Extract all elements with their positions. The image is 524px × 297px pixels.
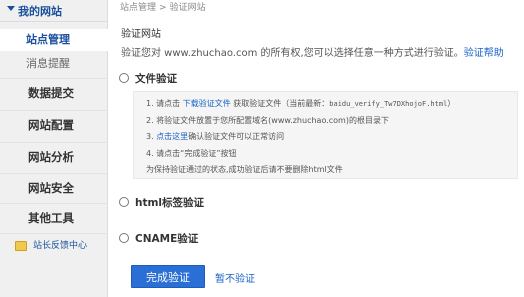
file-verify-instructions: 1. 请点击 下载验证文件 获取验证文件（当前最新：baidu_verify_T… bbox=[133, 91, 518, 179]
description-text: 验证您对 www.zhuchao.com 的所有权,您可以选择任意一种方式进行验… bbox=[121, 48, 464, 59]
step-3-prefix: 3. bbox=[146, 132, 154, 141]
file-verify-label[interactable]: 文件验证 bbox=[135, 71, 177, 86]
step-1-mid: 获取验证文件（当前最新： bbox=[233, 99, 330, 108]
step-3: 3. 点击这里确认验证文件可以正常访问 bbox=[146, 131, 284, 142]
html-tag-verify-label[interactable]: html标签验证 bbox=[135, 195, 204, 210]
verify-help-link[interactable]: 验证帮助 bbox=[464, 48, 504, 59]
breadcrumb-verify-site: 验证网站 bbox=[169, 3, 206, 13]
breadcrumb: 站点管理 > 验证网站 bbox=[120, 0, 206, 13]
sidebar-feedback-center[interactable]: 站长反馈中心 bbox=[0, 233, 108, 257]
sidebar-item-site-analysis[interactable]: 网站分析 bbox=[0, 142, 108, 170]
sidebar-feedback-label: 站长反馈中心 bbox=[33, 241, 88, 251]
sidebar-item-message-alerts[interactable]: 消息提醒 bbox=[0, 53, 108, 75]
step-4: 4. 请点击“完成验证”按钮 bbox=[146, 149, 237, 158]
file-verify-radio[interactable] bbox=[119, 73, 129, 83]
step-note: 为保持验证通过的状态,成功验证后请不要删除html文件 bbox=[146, 165, 343, 174]
sidebar-item-site-config[interactable]: 网站配置 bbox=[0, 110, 108, 138]
skip-verification-link[interactable]: 暂不验证 bbox=[215, 270, 255, 285]
page-title: 验证网站 bbox=[121, 29, 161, 40]
complete-verification-button[interactable]: 完成验证 bbox=[131, 265, 205, 288]
click-here-link[interactable]: 点击这里 bbox=[156, 132, 188, 141]
cname-verify-radio[interactable] bbox=[119, 233, 129, 243]
sidebar-item-data-submission[interactable]: 数据提交 bbox=[0, 78, 108, 106]
step-1: 1. 请点击 下载验证文件 获取验证文件（当前最新：baidu_verify_T… bbox=[146, 98, 455, 109]
sidebar-header-label: 我的网站 bbox=[18, 5, 62, 18]
download-verify-file-link[interactable]: 下载验证文件 bbox=[183, 99, 231, 108]
sidebar-item-site-security[interactable]: 网站安全 bbox=[0, 173, 108, 201]
step-2: 2. 将验证文件放置于您所配置域名(www.zhuchao.com)的根目录下 bbox=[146, 116, 389, 125]
breadcrumb-site-management[interactable]: 站点管理 bbox=[120, 3, 156, 13]
step-3-suffix: 确认验证文件可以正常访问 bbox=[188, 132, 285, 141]
verify-filename: baidu_verify_Tw7DXhojoF.html bbox=[329, 100, 448, 108]
sidebar-item-site-management[interactable]: 站点管理 bbox=[0, 29, 108, 51]
sidebar-header-my-sites[interactable]: 我的网站 bbox=[0, 0, 108, 22]
breadcrumb-separator: > bbox=[159, 3, 167, 13]
cname-verify-label[interactable]: CNAME验证 bbox=[135, 231, 198, 246]
step-1-suffix: ） bbox=[447, 99, 456, 108]
html-tag-verify-radio[interactable] bbox=[119, 197, 129, 207]
feedback-icon bbox=[15, 241, 27, 251]
sidebar: 我的网站 站点管理 消息提醒 数据提交 网站配置 网站分析 网站安全 其他工具 … bbox=[0, 0, 108, 297]
sidebar-item-other-tools[interactable]: 其他工具 bbox=[0, 203, 108, 231]
step-1-prefix: 1. 请点击 bbox=[146, 99, 181, 108]
caret-down-icon bbox=[7, 6, 15, 11]
page-description: 验证您对 www.zhuchao.com 的所有权,您可以选择任意一种方式进行验… bbox=[121, 44, 504, 59]
